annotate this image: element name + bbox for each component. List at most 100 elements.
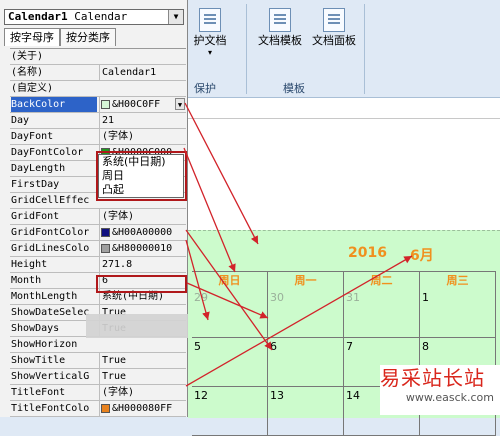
- property-grid: (关于) (名称) Calendar1 (自定义) BackColor &H00C0FF ▼…: [10, 48, 186, 417]
- property-row[interactable]: DayFont (字体): [10, 129, 186, 145]
- object-selector[interactable]: Calendar1 Calendar ▼: [4, 9, 184, 25]
- object-type: Calendar: [74, 10, 128, 23]
- property-name: TitleFont: [11, 387, 66, 398]
- day-header: 周二: [344, 272, 420, 290]
- property-value[interactable]: 21: [99, 113, 186, 128]
- property-name: DayFontColor: [11, 147, 84, 158]
- group-separator: [364, 4, 365, 94]
- property-value[interactable]: (字体): [99, 129, 186, 144]
- chevron-down-icon: ▾: [207, 48, 212, 57]
- group-protect-label: 保护: [194, 82, 216, 95]
- group-separator: [246, 4, 247, 94]
- property-name: DayLength: [11, 163, 66, 174]
- highlight-box-monthlength: [96, 275, 187, 293]
- gear-document-icon: [323, 8, 345, 32]
- protect-doc-label: 护文档: [193, 34, 227, 47]
- property-name: Height: [11, 259, 48, 270]
- property-name: ShowDays: [11, 323, 60, 334]
- page-margin-line: [188, 118, 500, 119]
- calendar-day-cell[interactable]: 13: [268, 387, 344, 436]
- color-swatch: [101, 100, 110, 109]
- property-name: GridFont: [11, 211, 60, 222]
- chevron-down-icon[interactable]: ▼: [175, 98, 185, 110]
- property-value[interactable]: (字体): [99, 209, 186, 224]
- property-row[interactable]: GridLinesColo &H80000010: [10, 241, 186, 257]
- property-row[interactable]: TitleFont (字体): [10, 385, 186, 401]
- property-name: TitleFontColo: [11, 403, 90, 414]
- property-name: (关于): [11, 51, 44, 62]
- property-value[interactable]: True: [99, 369, 186, 384]
- calendar-year: 2016: [348, 245, 387, 261]
- calendar-day-cell[interactable]: 30: [268, 289, 344, 338]
- calendar-day-cell[interactable]: 5: [192, 338, 268, 387]
- property-name: FirstDay: [11, 179, 60, 190]
- property-row[interactable]: GridFontColor &H00A00000: [10, 225, 186, 241]
- color-swatch: [101, 244, 110, 253]
- property-row[interactable]: TitleFontColo &H000080FF: [10, 401, 186, 417]
- property-row[interactable]: Height 271.8: [10, 257, 186, 273]
- property-value[interactable]: &H000080FF: [99, 401, 186, 416]
- property-name: (自定义): [11, 83, 54, 94]
- property-row[interactable]: (自定义): [10, 81, 186, 97]
- calendar-day-cell[interactable]: 6: [268, 338, 344, 387]
- day-header: 周三: [420, 272, 496, 290]
- property-name: Month: [11, 275, 42, 286]
- site-watermark: 易采站长站 www.easck.com: [380, 365, 500, 415]
- group-template-label: 模板: [283, 82, 305, 95]
- property-name: ShowDateSelec: [11, 307, 90, 318]
- property-value[interactable]: &H00C0FF: [99, 97, 186, 112]
- property-value[interactable]: Calendar1: [99, 65, 186, 80]
- calendar-day-cell[interactable]: 12: [192, 387, 268, 436]
- document-icon: [199, 8, 221, 32]
- property-name: ShowTitle: [11, 355, 66, 366]
- day-header: 周一: [268, 272, 344, 290]
- chevron-down-icon[interactable]: ▼: [168, 10, 183, 24]
- watermark-url: www.easck.com: [405, 391, 494, 404]
- tab-alphabetic[interactable]: 按字母序: [4, 28, 60, 46]
- calendar-day-cell[interactable]: 1: [420, 289, 496, 338]
- watermark-text: 易采站长站: [380, 366, 485, 390]
- property-row[interactable]: (关于): [10, 49, 186, 65]
- property-tabs: 按字母序 按分类序: [4, 28, 116, 46]
- property-row[interactable]: ShowVerticalG True: [10, 369, 186, 385]
- day-header-row: 周日 周一 周二 周三: [192, 271, 496, 290]
- calendar-month: 6月: [410, 248, 434, 264]
- property-row[interactable]: BackColor &H00C0FF ▼: [10, 97, 186, 113]
- property-value[interactable]: (字体): [99, 385, 186, 400]
- doc-template-label: 文档模板: [258, 34, 302, 47]
- property-value[interactable]: &H00A00000: [99, 225, 186, 240]
- doc-template-button[interactable]: 文档模板: [254, 8, 306, 48]
- highlight-box-dropdown: [96, 151, 187, 201]
- property-value[interactable]: 271.8: [99, 257, 186, 272]
- property-name: GridLinesColo: [11, 243, 90, 254]
- color-swatch: [101, 228, 110, 237]
- property-value[interactable]: &H80000010: [99, 241, 186, 256]
- ribbon: 护文档 ▾ 保护 文档模板 文档面板 模板: [188, 0, 500, 98]
- property-name: GridFontColor: [11, 227, 90, 238]
- property-name: ShowVerticalG: [11, 371, 90, 382]
- protect-doc-button[interactable]: 护文档 ▾: [190, 8, 230, 57]
- property-name: MonthLength: [11, 291, 78, 302]
- properties-window: Calendar1 Calendar ▼ 按字母序 按分类序 (关于) (名称) C…: [0, 0, 188, 417]
- property-name: BackColor: [11, 97, 97, 112]
- calendar-day-cell[interactable]: 31: [344, 289, 420, 338]
- doc-panel-button[interactable]: 文档面板: [308, 8, 360, 48]
- color-swatch: [101, 404, 110, 413]
- property-value[interactable]: True: [99, 353, 186, 368]
- property-name: (名称): [11, 67, 44, 78]
- property-name: DayFont: [11, 131, 54, 142]
- tab-categorized[interactable]: 按分类序: [60, 28, 116, 46]
- property-row[interactable]: ShowTitle True: [10, 353, 186, 369]
- property-row[interactable]: ShowHorizon: [10, 337, 186, 353]
- property-name: GridCellEffec: [11, 195, 90, 206]
- doc-panel-label: 文档面板: [312, 34, 356, 47]
- object-name: Calendar1: [8, 10, 68, 23]
- word-template-icon: [269, 8, 291, 32]
- property-row[interactable]: Day 21: [10, 113, 186, 129]
- property-row[interactable]: GridFont (字体): [10, 209, 186, 225]
- property-name: Day: [11, 115, 30, 126]
- day-header: 周日: [192, 272, 268, 290]
- calendar-day-cell[interactable]: 29: [192, 289, 268, 338]
- property-name: ShowHorizon: [11, 339, 78, 350]
- property-row[interactable]: (名称) Calendar1: [10, 65, 186, 81]
